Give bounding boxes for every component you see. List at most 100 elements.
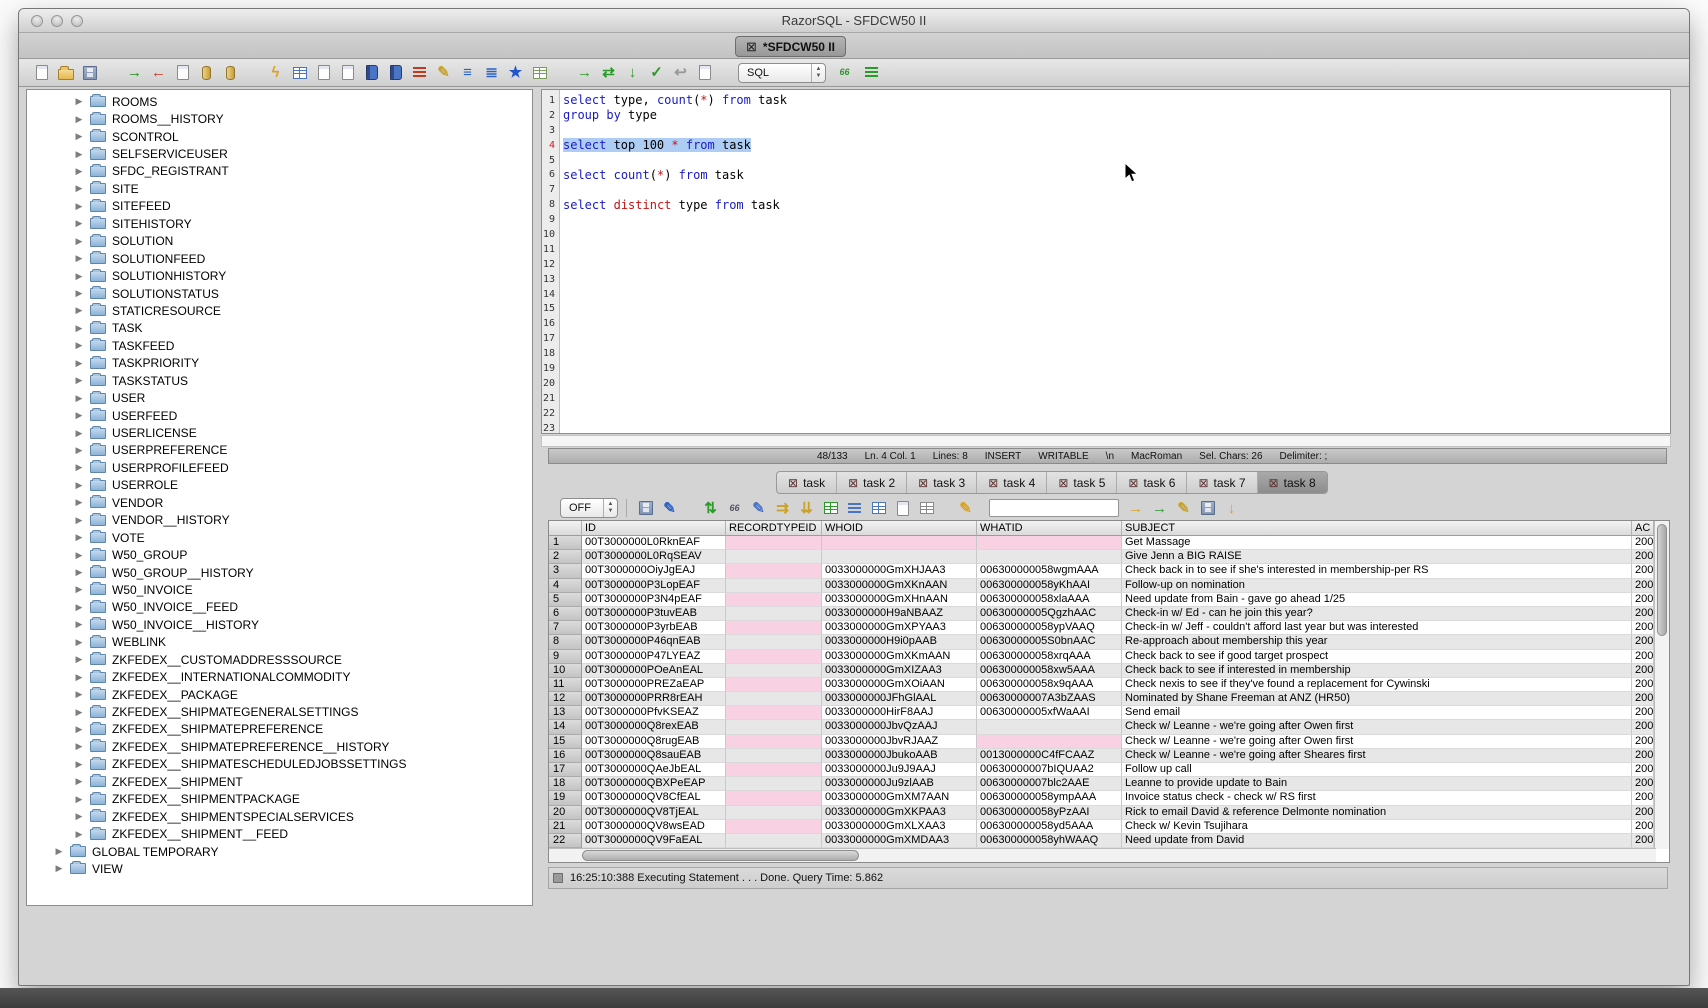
- connect-icon[interactable]: →: [124, 62, 145, 83]
- disclosure-triangle-icon[interactable]: ▶: [74, 305, 84, 316]
- help-book-icon[interactable]: [385, 62, 406, 83]
- edit-cell-icon[interactable]: ✎: [748, 498, 769, 519]
- edit-notes-icon[interactable]: ✎: [1173, 498, 1194, 519]
- grid-search-input[interactable]: [989, 499, 1119, 517]
- tree-item-rooms-history[interactable]: ▶ROOMS__HISTORY: [27, 110, 532, 127]
- tree-item-zkfedex-shipmategeneralsettings[interactable]: ▶ZKFEDEX__SHIPMATEGENERALSETTINGS: [27, 703, 532, 720]
- download-results-icon[interactable]: ↓: [1221, 498, 1242, 519]
- query-log-icon[interactable]: [694, 62, 715, 83]
- favorites-star-icon[interactable]: ★: [505, 62, 526, 83]
- disclosure-triangle-icon[interactable]: ▶: [74, 393, 84, 404]
- rollback-undo-icon[interactable]: ↩: [670, 62, 691, 83]
- tree-item-sitefeed[interactable]: ▶SITEFEED: [27, 198, 532, 215]
- tree-item-zkfedex-shipmentpackage[interactable]: ▶ZKFEDEX__SHIPMENTPACKAGE: [27, 791, 532, 808]
- tree-item-userfeed[interactable]: ▶USERFEED: [27, 407, 532, 424]
- table-row[interactable]: 1300T3000000PfvKSEAZ0033000000HirF8AAJ00…: [549, 706, 1669, 720]
- table-bookmark-icon[interactable]: [529, 62, 550, 83]
- limit-stepper-icon[interactable]: ▲▼: [603, 499, 617, 517]
- table-row[interactable]: 1600T3000000Q8sauEAB0033000000JbukoAAB00…: [549, 749, 1669, 763]
- column-header-subject[interactable]: SUBJECT: [1122, 521, 1632, 536]
- disclosure-triangle-icon[interactable]: ▶: [74, 149, 84, 160]
- tree-item-zkfedex-shipmatescheduledjobssettings[interactable]: ▶ZKFEDEX__SHIPMATESCHEDULEDJOBSSETTINGS: [27, 756, 532, 773]
- column-header-whoid[interactable]: WHOID: [822, 521, 977, 536]
- db-icon[interactable]: [220, 62, 241, 83]
- refresh-results-icon[interactable]: ⇅: [700, 498, 721, 519]
- table-row[interactable]: 1700T3000000QAeJbEAL0033000000Ju9J9AAJ00…: [549, 763, 1669, 777]
- table-row[interactable]: 2000T3000000QV8TjEAL0033000000GmXKPAA300…: [549, 806, 1669, 820]
- result-tab-task-3[interactable]: ⊠task 3: [906, 472, 976, 493]
- table-row[interactable]: 800T3000000P46qnEAB0033000000H9i0pAAB006…: [549, 635, 1669, 649]
- disclosure-triangle-icon[interactable]: ▶: [54, 846, 64, 857]
- fetch-down-icon[interactable]: ↓: [622, 62, 643, 83]
- disclosure-triangle-icon[interactable]: ▶: [74, 253, 84, 264]
- disclosure-triangle-icon[interactable]: ▶: [74, 689, 84, 700]
- tree-item-view[interactable]: ▶VIEW: [27, 860, 532, 877]
- close-tab-icon[interactable]: ⊠: [1198, 476, 1208, 490]
- tree-item-weblink[interactable]: ▶WEBLINK: [27, 634, 532, 651]
- execute-lightning-icon[interactable]: ϟ: [265, 62, 286, 83]
- column-header-id[interactable]: ID: [582, 521, 726, 536]
- export-doc-icon[interactable]: [313, 62, 334, 83]
- close-tab-icon[interactable]: ⊠: [1128, 476, 1138, 490]
- results-list-icon[interactable]: [861, 62, 882, 83]
- disclosure-triangle-icon[interactable]: ▶: [74, 428, 84, 439]
- commit-check-icon[interactable]: ✓: [646, 62, 667, 83]
- grid-horizontal-scrollbar[interactable]: [549, 848, 1656, 862]
- disclosure-triangle-icon[interactable]: ▶: [74, 654, 84, 665]
- tree-item-w50-group[interactable]: ▶W50_GROUP: [27, 546, 532, 563]
- close-tab-icon[interactable]: ⊠: [788, 476, 798, 490]
- disclosure-triangle-icon[interactable]: ▶: [74, 672, 84, 683]
- editor-horizontal-scrollbar[interactable]: [541, 435, 1671, 447]
- disclosure-triangle-icon[interactable]: ▶: [74, 114, 84, 125]
- save-file-icon[interactable]: [79, 62, 100, 83]
- tree-item-selfserviceuser[interactable]: ▶SELFSERVICEUSER: [27, 145, 532, 162]
- insert-row-icon[interactable]: ⇉: [772, 498, 793, 519]
- table-row[interactable]: 600T3000000P3tuvEAB0033000000H9aNBAAZ006…: [549, 607, 1669, 621]
- tree-item-global-temporary[interactable]: ▶GLOBAL TEMPORARY: [27, 843, 532, 860]
- disclosure-triangle-icon[interactable]: ▶: [74, 707, 84, 718]
- format-results-icon[interactable]: ✎: [659, 498, 680, 519]
- tree-item-taskfeed[interactable]: ▶TASKFEED: [27, 337, 532, 354]
- save-grid-icon[interactable]: [1197, 498, 1218, 519]
- results-grid-icon[interactable]: [289, 62, 310, 83]
- disclosure-triangle-icon[interactable]: ▶: [74, 340, 84, 351]
- open-file-icon[interactable]: [55, 62, 76, 83]
- column-header-whatid[interactable]: WHATID: [977, 521, 1122, 536]
- result-tab-task-6[interactable]: ⊠task 6: [1116, 472, 1186, 493]
- table-row[interactable]: 1900T3000000QV8CfEAL0033000000GmXM7AAN00…: [549, 791, 1669, 805]
- list-view-icon[interactable]: [409, 62, 430, 83]
- tree-item-user[interactable]: ▶USER: [27, 389, 532, 406]
- column-header-recordtypeid[interactable]: RECORDTYPEID: [726, 521, 822, 536]
- tree-item-solutionstatus[interactable]: ▶SOLUTIONSTATUS: [27, 285, 532, 302]
- table-row[interactable]: 1500T3000000Q8rugEAB0033000000JbvRJAAZCh…: [549, 735, 1669, 749]
- table-row[interactable]: 100T3000000L0RknEAFGet Massage200: [549, 536, 1669, 550]
- disclosure-triangle-icon[interactable]: ▶: [74, 741, 84, 752]
- tree-item-vendor-history[interactable]: ▶VENDOR__HISTORY: [27, 512, 532, 529]
- disclosure-triangle-icon[interactable]: ▶: [74, 462, 84, 473]
- edit-pencil-icon[interactable]: ✎: [433, 62, 454, 83]
- tree-item-scontrol[interactable]: ▶SCONTROL: [27, 128, 532, 145]
- new-file-icon[interactable]: [31, 62, 52, 83]
- result-tab-task-5[interactable]: ⊠task 5: [1046, 472, 1116, 493]
- disclosure-triangle-icon[interactable]: ▶: [74, 637, 84, 648]
- select-stepper-icon[interactable]: ▲▼: [811, 64, 825, 82]
- disclosure-triangle-icon[interactable]: ▶: [74, 218, 84, 229]
- table-row[interactable]: 400T3000000P3LopEAF0033000000GmXKnAAN006…: [549, 579, 1669, 593]
- disclosure-triangle-icon[interactable]: ▶: [74, 811, 84, 822]
- disclosure-triangle-icon[interactable]: ▶: [74, 236, 84, 247]
- table-row[interactable]: 2100T3000000QV8wsEAD0033000000GmXLXAA300…: [549, 820, 1669, 834]
- tree-item-zkfedex-shipment-feed[interactable]: ▶ZKFEDEX__SHIPMENT__FEED: [27, 825, 532, 842]
- disclosure-triangle-icon[interactable]: ▶: [74, 602, 84, 613]
- tree-item-solution[interactable]: ▶SOLUTION: [27, 233, 532, 250]
- table-row[interactable]: 2200T3000000QV9FaEAL0033000000GmXMDAA300…: [549, 834, 1669, 848]
- disclosure-triangle-icon[interactable]: ▶: [74, 829, 84, 840]
- result-tab-task-2[interactable]: ⊠task 2: [836, 472, 906, 493]
- disclosure-triangle-icon[interactable]: ▶: [74, 584, 84, 595]
- tree-item-userlicense[interactable]: ▶USERLICENSE: [27, 424, 532, 441]
- document-tab[interactable]: ⊠ *SFDCW50 II: [735, 36, 846, 57]
- disclosure-triangle-icon[interactable]: ▶: [74, 497, 84, 508]
- disclosure-triangle-icon[interactable]: ▶: [74, 532, 84, 543]
- disclosure-triangle-icon[interactable]: ▶: [74, 166, 84, 177]
- execute-sql-icon[interactable]: →: [574, 62, 595, 83]
- disclosure-triangle-icon[interactable]: ▶: [74, 515, 84, 526]
